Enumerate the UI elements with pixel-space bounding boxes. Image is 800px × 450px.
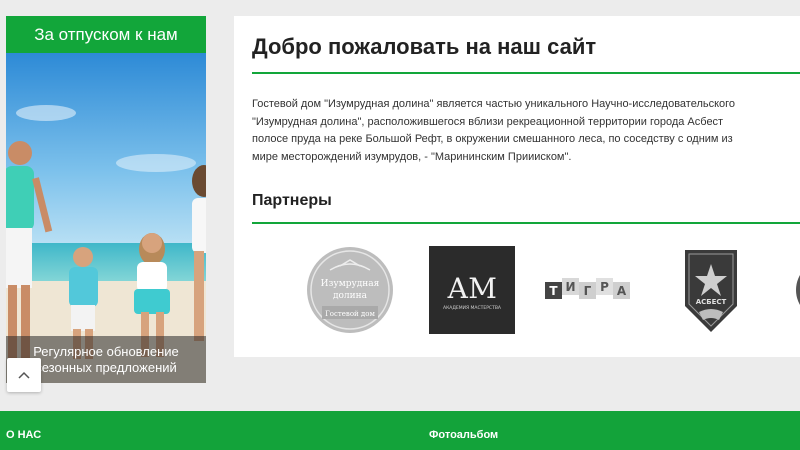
partner-logo-am[interactable]: АМ АКАДЕМИЯ МАСТЕРСТВА xyxy=(428,244,516,336)
intro-line: Гостевой дом "Изумрудная долина" являетс… xyxy=(252,98,736,110)
tigra-letter: Р xyxy=(600,280,609,294)
dolina-line3: Гостевой дом xyxy=(325,310,375,318)
promo-card[interactable]: За отпуском к нам Регулярное обновление … xyxy=(6,16,206,383)
family-beach-image xyxy=(6,53,206,383)
am-letters: АМ xyxy=(447,272,497,305)
tigra-letter: Г xyxy=(584,284,592,298)
intro-line: полосе пруда на реке Большой Рефт, в окр… xyxy=(252,133,733,145)
dolina-line1: Изумрудная xyxy=(321,279,380,289)
footer-photoalbum-link[interactable]: Фотоальбом xyxy=(429,429,498,441)
dolina-line2: долина xyxy=(333,291,368,301)
tigra-letter: И xyxy=(565,280,575,294)
page-title: Добро пожаловать на наш сайт xyxy=(252,34,597,59)
tigra-blocks-logo: Т И Г Р А xyxy=(545,278,630,299)
partner-logo-dolina[interactable]: Изумрудная долина Гостевой дом xyxy=(306,244,394,336)
welcome-section: Добро пожаловать на наш сайт Гостевой до… xyxy=(234,16,800,357)
partner-logo-partial[interactable] xyxy=(790,244,800,336)
promo-caption-line2: сезонных предложений xyxy=(35,359,177,375)
chevron-up-icon xyxy=(18,371,30,379)
intro-text: Гостевой дом "Изумрудная долина" являетс… xyxy=(252,96,800,166)
dolina-medallion-logo: Изумрудная долина Гостевой дом xyxy=(307,247,393,333)
tigra-letter: Т xyxy=(549,284,558,298)
partner-logo-asbest[interactable]: АСБЕСТ xyxy=(678,244,744,336)
partial-round-logo xyxy=(796,275,800,305)
partners-carousel: Изумрудная долина Гостевой дом АМ АКАДЕМ… xyxy=(234,244,800,336)
partners-heading: Партнеры xyxy=(252,192,332,209)
title-divider xyxy=(252,72,800,74)
promo-title: За отпуском к нам xyxy=(6,16,206,53)
partner-logo-tigra[interactable]: Т И Г Р А xyxy=(542,244,634,336)
tigra-letter: А xyxy=(617,284,627,298)
site-footer: О НАС Фотоальбом xyxy=(0,411,800,450)
asbest-shield-logo: АСБЕСТ xyxy=(685,250,737,332)
am-sub: АКАДЕМИЯ МАСТЕРСТВА xyxy=(443,305,502,311)
footer-about-link[interactable]: О НАС xyxy=(6,429,41,441)
intro-line: "Изумрудная долина", расположившегося вб… xyxy=(252,115,724,128)
partners-divider xyxy=(252,222,800,224)
scroll-to-top-button[interactable] xyxy=(7,358,41,392)
promo-caption-line1: Регулярное обновление xyxy=(33,343,179,359)
am-logo: АМ АКАДЕМИЯ МАСТЕРСТВА xyxy=(429,246,515,334)
asbest-text: АСБЕСТ xyxy=(696,298,727,306)
intro-line: мире месторождений изумрудов, - "Маринин… xyxy=(252,150,572,163)
